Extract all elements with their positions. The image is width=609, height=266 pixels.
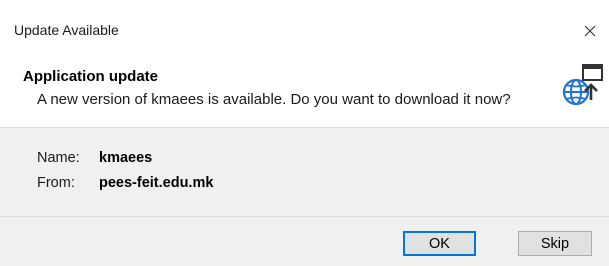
name-value: kmaees (99, 150, 153, 166)
dialog-header: Application update A new version of kmae… (0, 62, 609, 128)
close-button[interactable] (571, 14, 609, 48)
from-label: From: (37, 175, 75, 191)
button-bar: OK Skip (0, 217, 609, 266)
close-icon (584, 25, 596, 37)
details-panel: Name: kmaees From: pees-feit.edu.mk (0, 127, 609, 217)
title-bar: Update Available (0, 0, 609, 62)
name-label: Name: (37, 150, 80, 166)
skip-button[interactable]: Skip (518, 231, 592, 256)
ok-button[interactable]: OK (403, 231, 476, 256)
header-description: A new version of kmaees is available. Do… (37, 91, 511, 108)
window-title: Update Available (14, 22, 119, 38)
header-title: Application update (23, 68, 158, 85)
update-dialog: Update Available Application update A ne… (0, 0, 609, 266)
from-value: pees-feit.edu.mk (99, 175, 214, 191)
globe-update-icon (561, 60, 603, 106)
